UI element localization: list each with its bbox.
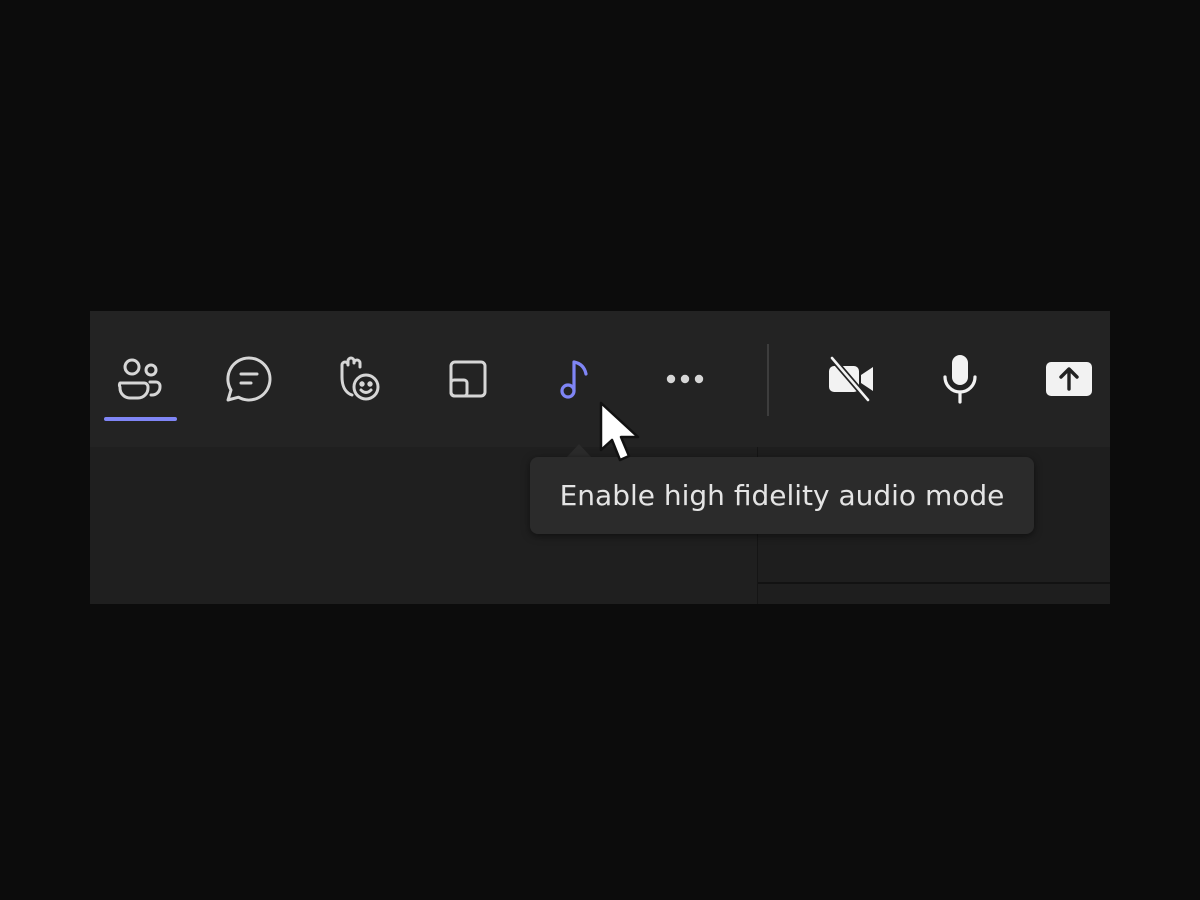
react-button[interactable] bbox=[318, 311, 398, 447]
view-layout-icon bbox=[449, 360, 487, 398]
view-button[interactable] bbox=[428, 311, 508, 447]
music-note-icon bbox=[560, 360, 588, 399]
people-icon bbox=[117, 358, 162, 400]
raise-hand-react-icon bbox=[340, 356, 380, 401]
tooltip-text: Enable high fidelity audio mode bbox=[559, 479, 1005, 512]
share-screen-button[interactable] bbox=[1029, 311, 1109, 447]
camera-off-icon bbox=[829, 355, 873, 403]
share-screen-icon bbox=[1046, 362, 1092, 396]
camera-toggle-button[interactable] bbox=[811, 311, 891, 447]
chat-icon bbox=[226, 356, 272, 402]
side-panel-separator bbox=[758, 582, 1110, 584]
more-options-icon bbox=[666, 374, 704, 384]
screenshot-stage: Enable high fidelity audio mode bbox=[0, 0, 1200, 900]
tooltip-arrow bbox=[566, 444, 592, 458]
chat-button[interactable] bbox=[209, 311, 289, 447]
audio-mode-tooltip: Enable high fidelity audio mode bbox=[530, 457, 1034, 534]
window-top-strip bbox=[90, 294, 1110, 311]
microphone-toggle-button[interactable] bbox=[920, 311, 1000, 447]
toolbar-divider bbox=[767, 344, 769, 416]
people-active-indicator bbox=[104, 417, 177, 421]
microphone-icon bbox=[943, 355, 977, 404]
more-options-button[interactable] bbox=[645, 311, 725, 447]
people-button[interactable] bbox=[100, 311, 180, 447]
mouse-pointer-icon bbox=[599, 401, 640, 462]
